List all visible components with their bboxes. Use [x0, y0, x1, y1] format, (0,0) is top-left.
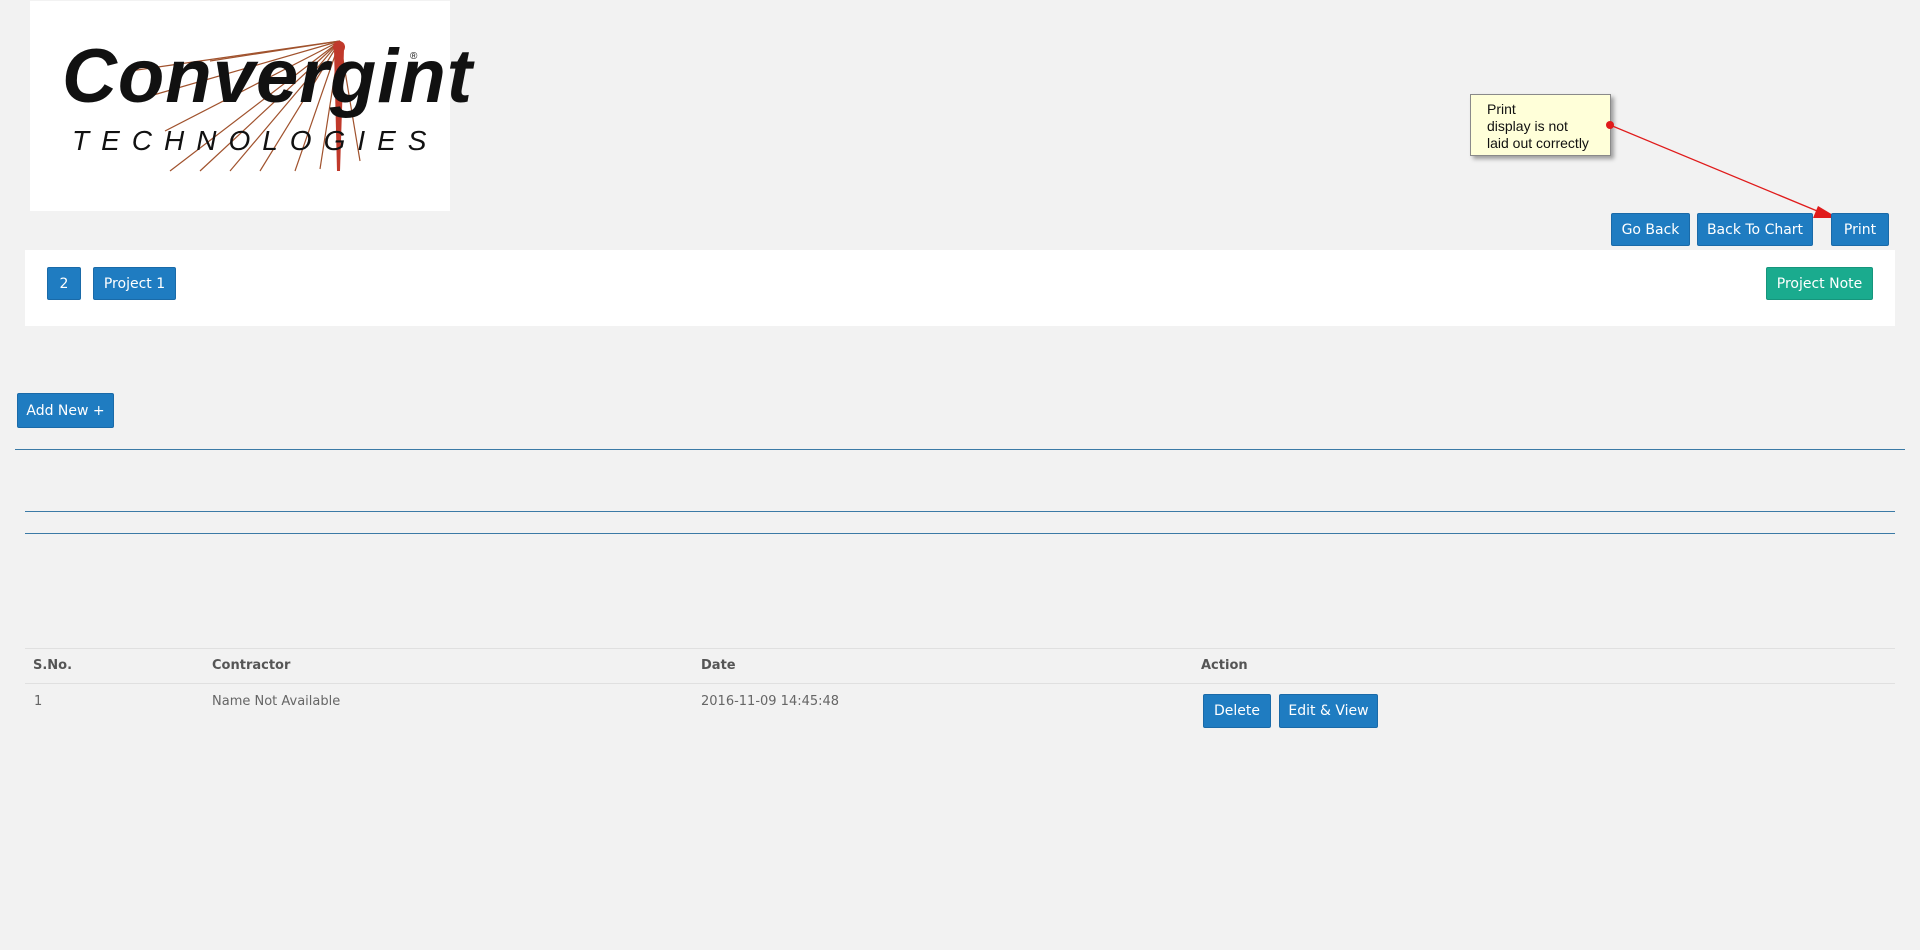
divider	[15, 449, 1905, 450]
callout-line: Print	[1487, 101, 1516, 117]
cell-sno: 1	[34, 694, 43, 709]
edit-view-button[interactable]: Edit & View	[1279, 694, 1378, 728]
divider	[25, 533, 1895, 534]
add-new-button[interactable]: Add New +	[17, 393, 114, 428]
page: Convergint TECHNOLOGIES ® Print display …	[0, 0, 1920, 950]
table-top-border	[25, 648, 1895, 649]
delete-button[interactable]: Delete	[1203, 694, 1271, 728]
project-panel	[25, 250, 1895, 326]
company-logo: Convergint TECHNOLOGIES ®	[30, 1, 472, 211]
annotation-callout: Print display is not laid out correctly	[1470, 94, 1611, 156]
project-note-button[interactable]: Project Note	[1766, 267, 1873, 300]
column-header-action: Action	[1201, 658, 1248, 673]
table-header-border	[25, 683, 1895, 684]
cell-date: 2016-11-09 14:45:48	[701, 694, 840, 709]
logo-registered-mark: ®	[410, 51, 418, 62]
logo-subtitle: TECHNOLOGIES	[72, 125, 439, 156]
callout-line: laid out correctly	[1487, 135, 1589, 151]
project-name-button[interactable]: Project 1	[93, 267, 176, 300]
column-header-sno: S.No.	[33, 658, 73, 673]
go-back-button[interactable]: Go Back	[1611, 213, 1690, 246]
print-button[interactable]: Print	[1831, 213, 1889, 246]
column-header-date: Date	[701, 658, 736, 673]
column-header-contractor: Contractor	[212, 658, 291, 673]
cell-contractor: Name Not Available	[212, 694, 341, 709]
callout-line: display is not	[1487, 118, 1568, 134]
divider	[25, 511, 1895, 512]
back-to-chart-button[interactable]: Back To Chart	[1697, 213, 1813, 246]
project-number-button[interactable]: 2	[47, 267, 81, 300]
